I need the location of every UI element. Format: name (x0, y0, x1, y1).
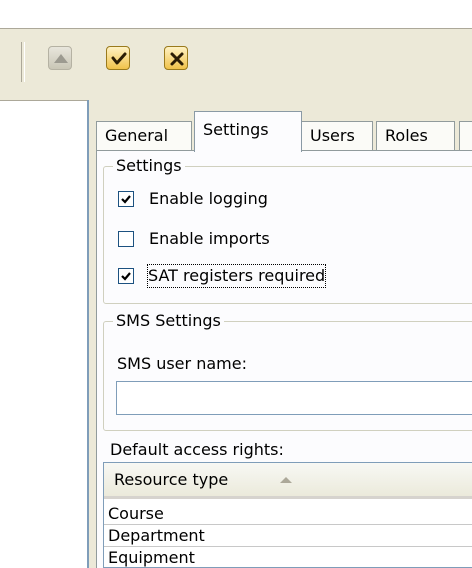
left-navigation-pane[interactable] (0, 100, 89, 568)
sort-ascending-icon (280, 477, 292, 483)
toolbar-separator (21, 42, 25, 82)
list-item[interactable]: Course (104, 503, 472, 525)
confirm-button[interactable] (106, 46, 130, 70)
resource-type-column-header[interactable]: Resource type (104, 463, 228, 496)
tab-settings[interactable]: Settings (194, 111, 302, 152)
tab-label: Roles (385, 126, 428, 145)
enable-imports-label[interactable]: Enable imports (149, 228, 270, 250)
close-x-icon (170, 52, 184, 66)
tab-roles[interactable]: Roles (376, 121, 455, 151)
left-pane-border (0, 100, 87, 101)
sat-registers-required-label[interactable]: SAT registers required (146, 264, 327, 288)
settings-group-legend: Settings (113, 156, 185, 176)
list-item[interactable]: Department (104, 525, 472, 547)
checkmark-icon (121, 195, 131, 204)
enable-imports-checkbox[interactable] (118, 231, 134, 247)
tab-overflow[interactable] (459, 121, 472, 151)
enable-logging-label[interactable]: Enable logging (149, 188, 268, 210)
sms-user-name-input[interactable] (116, 381, 472, 415)
sat-registers-required-checkbox[interactable] (118, 268, 134, 284)
default-access-rights-label: Default access rights: (110, 440, 284, 459)
access-rights-list[interactable]: Resource type Course Department Equipmen… (103, 462, 472, 568)
up-arrow-icon (54, 54, 68, 63)
window-top-strip (0, 0, 472, 28)
tab-users[interactable]: Users (301, 121, 373, 151)
list-item[interactable]: Equipment (104, 547, 472, 567)
checkmark-icon (111, 52, 127, 65)
tab-general[interactable]: General (96, 121, 192, 151)
sms-user-name-label: SMS user name: (117, 354, 247, 373)
tab-label: Settings (203, 120, 269, 139)
checkmark-icon (121, 272, 131, 281)
enable-logging-checkbox[interactable] (118, 191, 134, 207)
list-header: Resource type (104, 463, 472, 499)
tab-label: Users (310, 126, 355, 145)
move-up-button[interactable] (48, 46, 72, 70)
sms-settings-legend: SMS Settings (113, 311, 224, 331)
tab-label: General (105, 126, 169, 145)
cancel-button[interactable] (164, 46, 188, 70)
